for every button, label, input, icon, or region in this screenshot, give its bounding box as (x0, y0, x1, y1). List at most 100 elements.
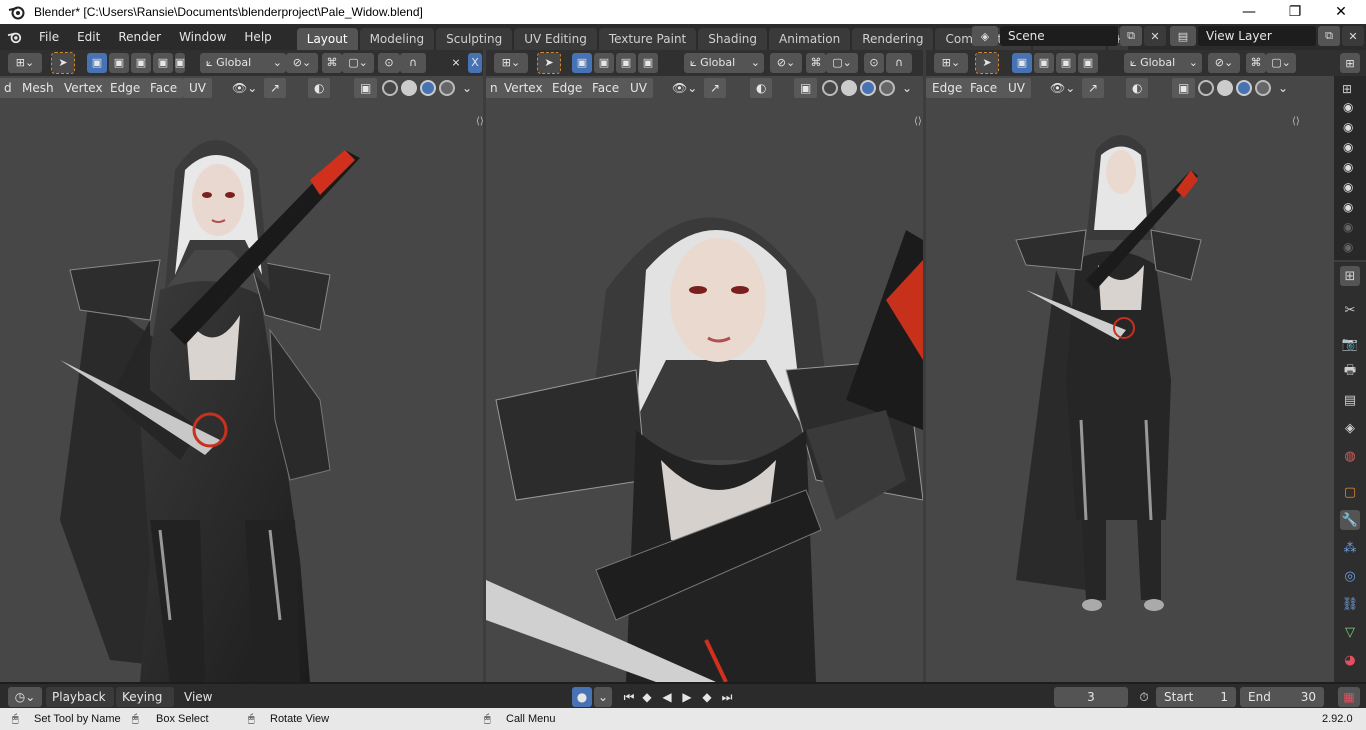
select-mode-new[interactable]: ▣ (1012, 53, 1032, 73)
rendered-shading-icon[interactable] (879, 80, 895, 96)
mode-face[interactable]: Face (964, 78, 1004, 98)
rendered-shading-icon[interactable] (439, 80, 455, 96)
select-mode-subtract[interactable]: ▣ (131, 53, 151, 73)
viewport-left[interactable]: ⊞⌄ ➤ ▣ ▣ ▣ ▣ ▣ ⟀ Global ⌄ ⊘⌄ ⌘ ▢⌄ ⊙ ∩ ⨯ X… (0, 50, 483, 682)
jump-start-icon[interactable]: ⏮ (620, 687, 638, 707)
view-layer-icon[interactable]: ▤ (1170, 26, 1196, 46)
wireframe-shading-icon[interactable] (1198, 80, 1214, 96)
rendered-shading-icon[interactable] (1255, 80, 1271, 96)
blender-menu-icon[interactable] (0, 24, 30, 50)
prev-keyframe-icon[interactable]: ◆ (638, 687, 656, 707)
select-mode-new[interactable]: ▣ (87, 53, 107, 73)
auto-keying-toggle[interactable]: ● (572, 687, 592, 707)
eye-icon[interactable]: ◉ (1343, 140, 1353, 154)
select-mode-extend[interactable]: ▣ (109, 53, 129, 73)
world-icon[interactable]: ◍ (1340, 446, 1360, 466)
area-resize-icon[interactable]: ⟨⟩ (914, 116, 922, 127)
delete-view-layer-icon[interactable]: ✕ (1342, 26, 1364, 46)
mode-vertex[interactable]: Vertex (498, 78, 549, 98)
modifier-wrench-icon[interactable]: 🔧 (1340, 510, 1360, 530)
end-frame-field[interactable]: End 30 (1240, 687, 1324, 707)
visibility-icon[interactable]: 👁⌄ (226, 78, 263, 98)
tab-sculpting[interactable]: Sculpting (436, 28, 513, 50)
output-icon[interactable]: 🖶 (1340, 362, 1360, 382)
solid-shading-icon[interactable] (401, 80, 417, 96)
mirror-x-toggle[interactable]: X (468, 53, 482, 73)
outliner-editor-icon[interactable]: ⊞ (1340, 53, 1360, 73)
pivot-point-button[interactable]: ⊘⌄ (1208, 53, 1240, 73)
view-menu[interactable]: View (182, 687, 222, 707)
object-icon[interactable]: ▢ (1340, 482, 1360, 502)
material-icon[interactable]: ◕ (1340, 650, 1360, 670)
menu-render[interactable]: Render (109, 24, 170, 50)
tab-layout[interactable]: Layout (296, 28, 358, 50)
proportional-edit-toggle[interactable]: ⊙ (864, 53, 884, 73)
area-resize-icon[interactable]: ⟨⟩ (1292, 116, 1300, 127)
eye-icon[interactable]: ◉ (1343, 160, 1353, 174)
view-layer-selector[interactable]: View Layer (1198, 26, 1316, 46)
close-button[interactable]: ✕ (1318, 0, 1364, 24)
eye-icon[interactable]: ◉ (1343, 200, 1353, 214)
material-shading-icon[interactable] (1236, 80, 1252, 96)
particles-icon[interactable]: ⁂ (1340, 538, 1360, 558)
select-mode-subtract[interactable]: ▣ (1056, 53, 1076, 73)
editor-type-button[interactable]: ⊞⌄ (934, 53, 968, 73)
tab-uv-editing[interactable]: UV Editing (514, 28, 597, 50)
editor-type-button[interactable]: ⊞⌄ (8, 53, 42, 73)
xray-icon[interactable]: ▣ (354, 78, 378, 98)
snap-toggle[interactable]: ⌘ (1246, 53, 1266, 73)
scene-icon[interactable]: ◈ (972, 26, 998, 46)
tab-animation[interactable]: Animation (769, 28, 851, 50)
scene-selector[interactable]: Scene (1000, 26, 1118, 46)
shading-options-icon[interactable]: ⌄ (456, 78, 478, 98)
snap-target-button[interactable]: ▢⌄ (826, 53, 858, 73)
viewport-canvas[interactable] (0, 100, 483, 682)
pivot-point-button[interactable]: ⊘⌄ (286, 53, 318, 73)
new-scene-icon[interactable]: ⧉ (1120, 26, 1142, 46)
overlay-icon[interactable]: ◐ (308, 78, 331, 98)
select-tool-button[interactable]: ➤ (975, 52, 999, 74)
wireframe-shading-icon[interactable] (822, 80, 838, 96)
tab-modeling[interactable]: Modeling (359, 28, 435, 50)
solid-shading-icon[interactable] (1217, 80, 1233, 96)
material-preview-icon[interactable]: ▦ (1338, 687, 1360, 707)
menu-window[interactable]: Window (170, 24, 235, 50)
viewport-center[interactable]: ⊞⌄ ➤ ▣ ▣ ▣ ▣ ⟀ Global ⌄ ⊘⌄ ⌘ ▢⌄ ⊙ ∩ n Ver… (486, 50, 923, 682)
maximize-button[interactable]: ❐ (1272, 0, 1318, 24)
timeline-editor-icon[interactable]: ◷⌄ (8, 687, 42, 707)
start-frame-field[interactable]: Start 1 (1156, 687, 1236, 707)
gizmo-icon[interactable]: ↗ (1082, 78, 1105, 98)
keying-options-icon[interactable]: ⌄ (594, 687, 612, 707)
gizmo-icon[interactable]: ↗ (704, 78, 727, 98)
eye-icon[interactable]: ◉ (1343, 180, 1353, 194)
overlay-icon[interactable]: ◐ (1126, 78, 1149, 98)
menu-file[interactable]: File (30, 24, 68, 50)
eye-icon[interactable]: ◉ (1343, 120, 1353, 134)
transform-orientation-dropdown[interactable]: ⟀ Global ⌄ (684, 53, 764, 73)
render-icon[interactable]: 📷 (1340, 334, 1360, 354)
material-shading-icon[interactable] (860, 80, 876, 96)
stopwatch-icon[interactable]: ⏱ (1134, 687, 1154, 707)
mode-face[interactable]: Face (144, 78, 184, 98)
select-mode-invert[interactable]: ▣ (1078, 53, 1098, 73)
select-mode-new[interactable]: ▣ (572, 53, 592, 73)
menu-edit[interactable]: Edit (68, 24, 109, 50)
transform-orientation-dropdown[interactable]: ⟀ Global ⌄ (200, 53, 286, 73)
keying-menu[interactable]: Keying ⌄ (116, 687, 174, 724)
play-icon[interactable]: ▶ (678, 687, 696, 707)
select-mode-extend[interactable]: ▣ (594, 53, 614, 73)
snap-target-button[interactable]: ▢⌄ (1266, 53, 1296, 73)
mode-face[interactable]: Face (586, 78, 626, 98)
physics-icon[interactable]: ◎ (1340, 566, 1360, 586)
proportional-falloff-button[interactable]: ∩ (886, 53, 912, 73)
eye-icon[interactable]: ◉ (1343, 100, 1353, 114)
playback-menu[interactable]: Playback ⌄ (46, 687, 114, 724)
shading-options-icon[interactable]: ⌄ (896, 78, 918, 98)
material-shading-icon[interactable] (420, 80, 436, 96)
snap-target-button[interactable]: ▢⌄ (342, 53, 374, 73)
xray-icon[interactable]: ▣ (1172, 78, 1196, 98)
mode-vertex[interactable]: Vertex (58, 78, 109, 98)
mode-edge[interactable]: Edge (104, 78, 147, 98)
select-tool-button[interactable]: ➤ (537, 52, 561, 74)
visibility-icon[interactable]: 👁⌄ (666, 78, 703, 98)
